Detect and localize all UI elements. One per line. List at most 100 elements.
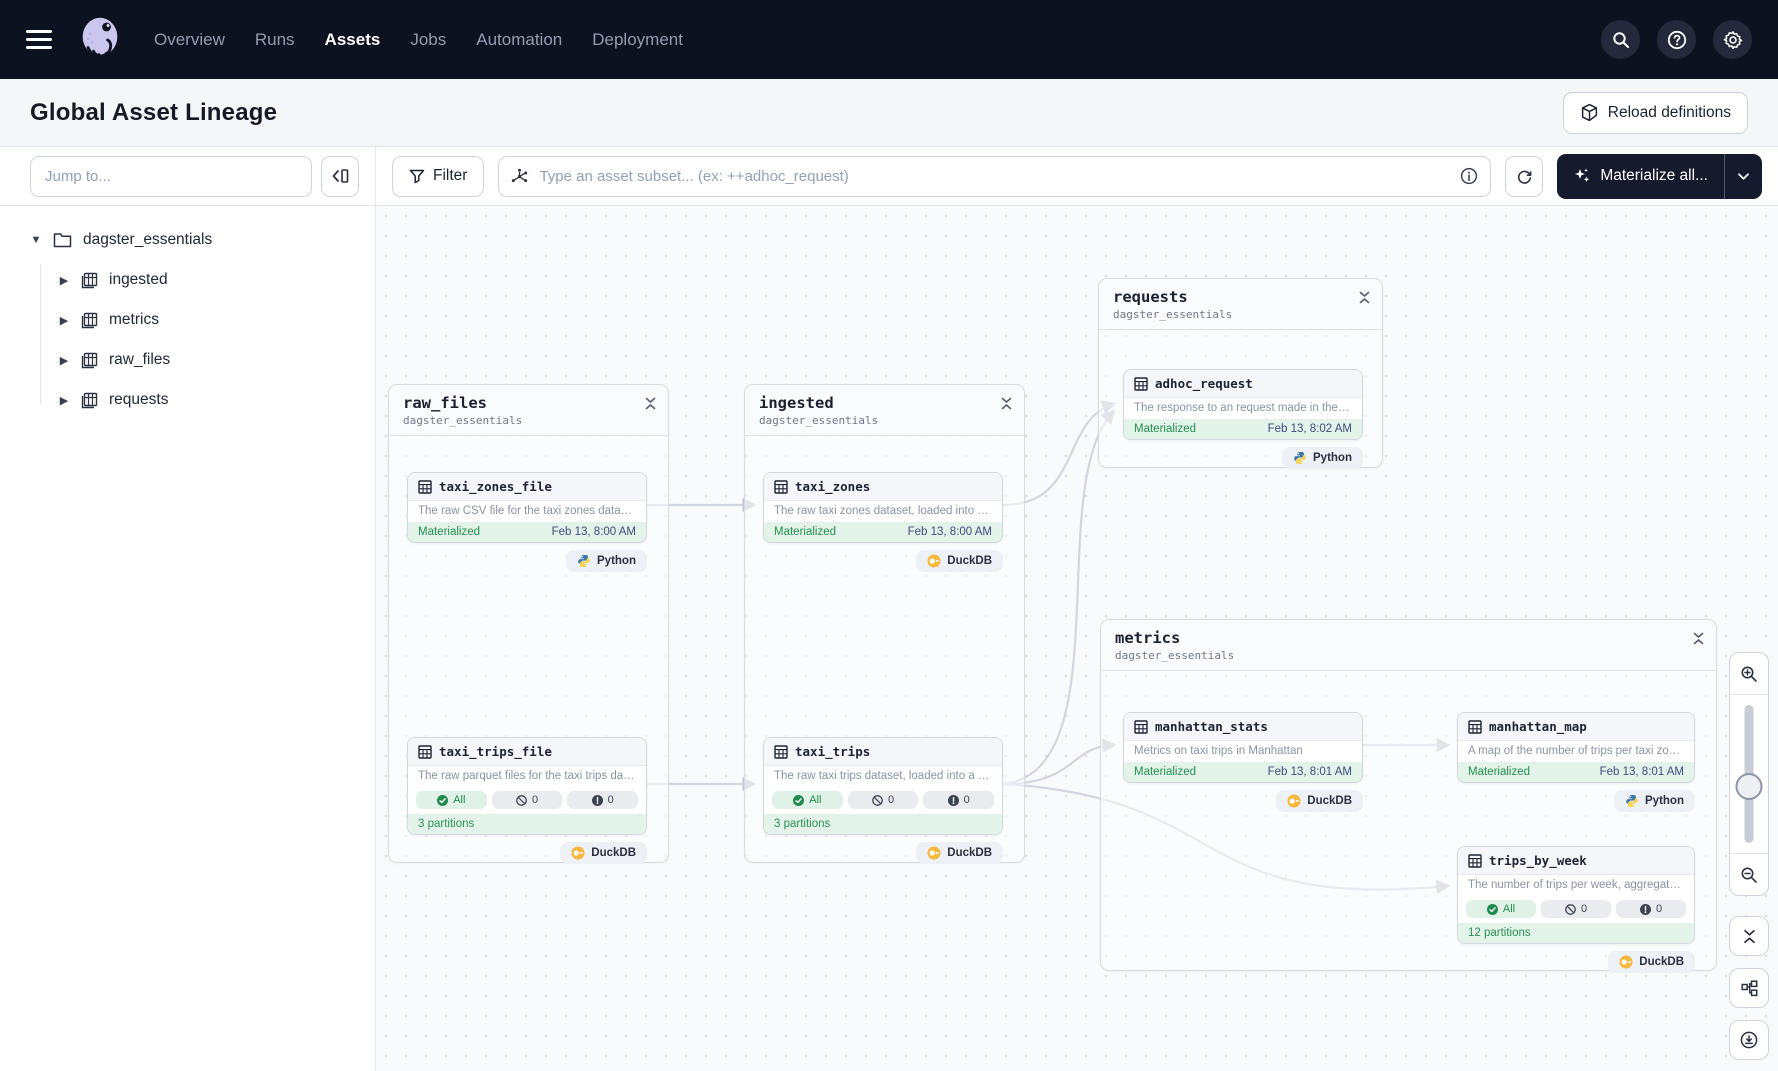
python-icon [1294,452,1306,464]
asset-node[interactable]: trips_by_week The number of trips per we… [1457,846,1695,944]
asset-node[interactable]: taxi_zones_file The raw CSV file for the… [407,472,647,543]
group-subtitle: dagster_essentials [1115,649,1235,662]
collapse-group-icon[interactable] [1001,397,1012,410]
nav-overview[interactable]: Overview [154,30,225,50]
materialize-all-button[interactable]: Materialize all... [1557,154,1724,199]
caret-right-icon[interactable]: ▶ [58,314,70,327]
group-subtitle: dagster_essentials [403,414,523,427]
caret-right-icon[interactable]: ▶ [58,274,70,287]
hamburger-menu-icon[interactable] [26,30,52,49]
gear-icon [1723,30,1742,49]
asset-subset-input[interactable] [498,155,1492,197]
status-badge: Materialized [1134,423,1196,435]
caret-down-icon[interactable]: ▼ [30,234,42,246]
python-icon [1626,795,1638,807]
caret-right-icon[interactable]: ▶ [58,394,70,407]
materialization-time[interactable]: Feb 13, 8:00 AM [552,526,636,538]
asset-node[interactable]: taxi_trips_file The raw parquet files fo… [407,737,647,835]
nav-assets[interactable]: Assets [325,30,381,50]
collapse-sidebar-button[interactable] [321,155,359,197]
group-name: raw_files [403,394,487,412]
materialization-time[interactable]: Feb 13, 8:02 AM [1268,423,1352,435]
group-name: metrics [1115,629,1181,647]
collapse-group-icon[interactable] [1359,291,1370,304]
info-icon[interactable] [1460,167,1478,185]
group-header[interactable]: ingested dagster_essentials [745,385,1024,436]
partitions-failed-pill[interactable]: 0 [923,791,995,809]
asset-description: The raw CSV file for the taxi zones data… [418,505,646,517]
partitions-missing-pill[interactable]: 0 [491,791,563,809]
asset-description: The raw taxi trips dataset, loaded into … [774,770,1002,782]
group-name: ingested [759,394,834,412]
nav-deployment[interactable]: Deployment [592,30,683,50]
asset-node[interactable]: manhattan_stats Metrics on taxi trips in… [1123,712,1363,783]
filter-button[interactable]: Filter [392,155,485,197]
materialization-time[interactable]: Feb 13, 8:01 AM [1268,766,1352,778]
search-button[interactable] [1601,20,1640,59]
asset-name: taxi_zones_file [439,479,552,494]
dagster-logo[interactable] [74,14,126,66]
partitions-success-pill[interactable]: All [1466,900,1536,918]
duckdb-icon [927,554,941,568]
asset-badge-row: DuckDB [763,550,1003,572]
nav-jobs[interactable]: Jobs [410,30,446,50]
group-name: requests [1113,288,1188,306]
refresh-button[interactable] [1505,155,1544,197]
table-icon [418,744,432,759]
compute-kind-label: Python [1645,795,1684,807]
partitions-success-pill[interactable]: All [772,791,843,809]
nav-runs[interactable]: Runs [255,30,295,50]
tree-item-dagster-essentials[interactable]: ▼ dagster_essentials [0,220,375,260]
tree-item-requests[interactable]: ▶ requests [0,380,375,420]
collapse-group-icon[interactable] [1693,632,1704,645]
table-icon [418,479,432,494]
materialize-dropdown-button[interactable] [1724,153,1762,199]
partitions-failed-pill[interactable]: 0 [567,791,639,809]
settings-button[interactable] [1713,20,1752,59]
tree-item-ingested[interactable]: ▶ ingested [0,260,375,300]
asset-node[interactable]: manhattan_map A map of the number of tri… [1457,712,1695,783]
exclamation-circle-icon [591,794,603,806]
jump-to-input[interactable] [30,155,312,197]
compute-kind-label: Python [597,555,636,567]
group-header[interactable]: metrics dagster_essentials [1101,620,1716,671]
compute-kind-badge: Python [566,550,647,572]
asset-status-row: Materialized Feb 13, 8:00 AM [764,522,1002,542]
reload-definitions-button[interactable]: Reload definitions [1562,91,1748,134]
caret-right-icon[interactable]: ▶ [58,354,70,367]
asset-badge-row: DuckDB [407,842,647,864]
compute-kind-badge: DuckDB [916,842,1003,864]
asset-name: manhattan_stats [1155,719,1268,734]
asset-node[interactable]: adhoc_request The response to an request… [1123,369,1363,440]
partitions-failed-pill[interactable]: 0 [1616,900,1686,918]
help-button[interactable] [1657,20,1696,59]
asset-taxi-trips: taxi_trips The raw taxi trips dataset, l… [763,737,1003,864]
collapse-group-icon[interactable] [645,397,656,410]
materialize-all-split-button: Materialize all... [1557,153,1762,199]
asset-node[interactable]: taxi_zones The raw taxi zones dataset, l… [763,472,1003,543]
lineage-canvas[interactable]: raw_files dagster_essentials ingested da… [376,206,1778,1071]
partitions-success-pill[interactable]: All [416,791,487,809]
partitions-missing-pill[interactable]: 0 [847,791,919,809]
asset-subset-wrap [498,155,1492,197]
refresh-icon [1517,170,1532,184]
group-header[interactable]: raw_files dagster_essentials [389,385,668,436]
asset-group-icon [81,352,98,369]
group-header[interactable]: requests dagster_essentials [1099,279,1382,330]
asset-node[interactable]: taxi_trips The raw taxi trips dataset, l… [763,737,1003,835]
asset-tree-sidebar: ▼ dagster_essentials ▶ ingested ▶ metric… [0,206,376,1071]
status-badge: Materialized [1134,766,1196,778]
nav-automation[interactable]: Automation [476,30,562,50]
materialization-time[interactable]: Feb 13, 8:00 AM [908,526,992,538]
compute-kind-label: Python [1313,452,1352,464]
partitions-missing-pill[interactable]: 0 [1541,900,1611,918]
materialize-all-label: Materialize all... [1600,167,1708,184]
table-icon [1468,719,1482,734]
tree-item-raw-files[interactable]: ▶ raw_files [0,340,375,380]
page-header: Global Asset Lineage Reload definitions [0,79,1778,147]
duckdb-icon [1287,794,1301,808]
chevron-down-icon [1738,172,1749,180]
materialization-time[interactable]: Feb 13, 8:01 AM [1600,766,1684,778]
tree-item-metrics[interactable]: ▶ metrics [0,300,375,340]
pill-label: 0 [531,794,539,806]
